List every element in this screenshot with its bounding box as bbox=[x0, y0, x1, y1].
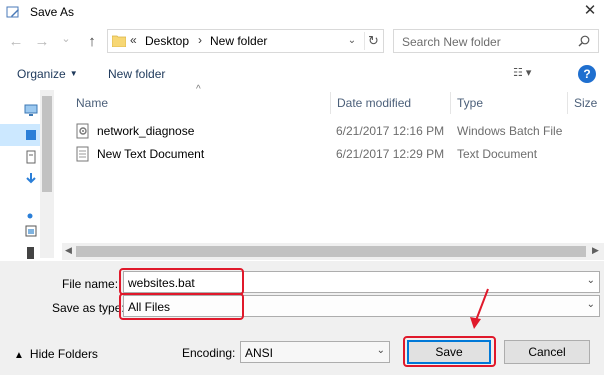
file-name: network_diagnose bbox=[97, 124, 195, 138]
save-type-dropdown-icon[interactable]: ⌄ bbox=[587, 299, 595, 310]
command-toolbar: Organize ▼ New folder ☷ ▾ ? bbox=[0, 61, 604, 87]
music-icon[interactable] bbox=[24, 206, 38, 220]
search-box[interactable]: Search New folder bbox=[393, 29, 599, 53]
back-arrow-icon[interactable]: ← bbox=[8, 34, 24, 50]
breadcrumb-new-folder[interactable]: New folder bbox=[210, 34, 267, 48]
save-button[interactable]: Save bbox=[407, 340, 491, 364]
scroll-left-icon[interactable]: ◀ bbox=[65, 245, 72, 256]
encoding-select[interactable]: ANSI ⌄ bbox=[240, 341, 390, 363]
file-date-modified: 6/21/2017 12:29 PM bbox=[336, 147, 445, 161]
new-folder-button[interactable]: New folder bbox=[108, 67, 165, 81]
annotation-arrow bbox=[470, 288, 489, 329]
downloads-icon[interactable] bbox=[24, 172, 38, 186]
save-type-label: Save as type: bbox=[52, 301, 125, 315]
navigation-pane bbox=[0, 90, 62, 260]
recent-locations-icon[interactable]: ⌄ bbox=[58, 31, 74, 47]
cancel-button[interactable]: Cancel bbox=[504, 340, 590, 364]
pictures-icon[interactable] bbox=[24, 224, 38, 238]
save-type-select[interactable]: All Files ⌄ bbox=[123, 295, 600, 317]
file-name-field[interactable]: websites.bat ⌄ bbox=[123, 271, 600, 293]
folder-icon bbox=[112, 35, 126, 47]
encoding-dropdown-icon[interactable]: ⌄ bbox=[377, 345, 385, 356]
file-name-dropdown-icon[interactable]: ⌄ bbox=[587, 275, 595, 286]
close-icon[interactable]: ✕ bbox=[582, 3, 598, 19]
organize-button[interactable]: Organize ▼ bbox=[17, 67, 78, 81]
column-header-size[interactable]: Size bbox=[574, 96, 597, 110]
chevron-up-icon: ▲ bbox=[14, 350, 24, 361]
file-row[interactable]: New Text Document 6/21/2017 12:29 PM Tex… bbox=[72, 144, 604, 164]
save-panel: File name: websites.bat ⌄ Save as type: … bbox=[0, 261, 604, 375]
desktop-icon[interactable] bbox=[24, 128, 38, 142]
column-header-type[interactable]: Type bbox=[457, 96, 483, 110]
save-as-app-icon bbox=[6, 6, 19, 18]
videos-icon[interactable] bbox=[24, 246, 38, 260]
encoding-value: ANSI bbox=[245, 346, 274, 360]
encoding-label: Encoding: bbox=[182, 346, 236, 360]
breadcrumb-separator-icon[interactable]: › bbox=[198, 33, 202, 47]
sidebar-scroll-thumb[interactable] bbox=[42, 96, 52, 192]
file-row[interactable]: network_diagnose 6/21/2017 12:16 PM Wind… bbox=[72, 121, 604, 141]
view-options-icon[interactable]: ☷ ▾ bbox=[513, 66, 551, 82]
scroll-right-icon[interactable]: ▶ bbox=[592, 245, 599, 256]
horizontal-scrollbar[interactable]: ◀ ▶ bbox=[62, 243, 604, 260]
search-icon[interactable] bbox=[578, 35, 590, 47]
file-type: Text Document bbox=[457, 147, 538, 161]
up-arrow-icon[interactable]: ↑ bbox=[84, 34, 100, 50]
batch-file-icon bbox=[76, 123, 89, 139]
navigation-bar: ← → ⌄ ↑ « Desktop › New folder ⌄ ↻ Searc… bbox=[0, 28, 604, 56]
documents-icon[interactable] bbox=[24, 150, 38, 164]
organize-label: Organize bbox=[17, 67, 66, 81]
column-divider[interactable] bbox=[450, 92, 451, 114]
sort-indicator-icon: ^ bbox=[196, 84, 201, 95]
refresh-icon[interactable]: ↻ bbox=[364, 32, 382, 50]
horizontal-scroll-thumb[interactable] bbox=[76, 246, 586, 257]
file-name: New Text Document bbox=[97, 147, 205, 161]
column-header-date-modified[interactable]: Date modified bbox=[337, 96, 411, 110]
hide-folders-label: Hide Folders bbox=[29, 347, 98, 361]
title-bar: Save As ✕ bbox=[0, 0, 604, 26]
file-name-label: File name: bbox=[62, 277, 119, 291]
column-header-name[interactable]: Name bbox=[76, 96, 108, 110]
breadcrumb-overflow-icon[interactable]: « bbox=[130, 33, 137, 47]
this-pc-icon[interactable] bbox=[24, 103, 38, 117]
breadcrumb-desktop[interactable]: Desktop bbox=[145, 34, 189, 48]
text-file-icon bbox=[76, 146, 89, 162]
column-divider[interactable] bbox=[330, 92, 331, 114]
column-divider[interactable] bbox=[567, 92, 568, 114]
file-list-pane: ^ Name Date modified Type Size network_d… bbox=[62, 84, 604, 258]
hide-folders-button[interactable]: ▲ Hide Folders bbox=[14, 347, 98, 361]
window-title: Save As bbox=[30, 5, 75, 19]
address-bar[interactable]: « Desktop › New folder ⌄ ↻ bbox=[107, 29, 384, 53]
save-type-value: All Files bbox=[128, 300, 171, 314]
help-icon[interactable]: ? bbox=[578, 65, 596, 83]
file-name-value: websites.bat bbox=[128, 276, 195, 290]
address-dropdown-icon[interactable]: ⌄ bbox=[344, 32, 360, 50]
file-type: Windows Batch File bbox=[457, 124, 563, 138]
search-placeholder: Search New folder bbox=[402, 35, 501, 49]
forward-arrow-icon[interactable]: → bbox=[34, 34, 50, 50]
organize-caret-icon: ▼ bbox=[69, 69, 78, 78]
file-date-modified: 6/21/2017 12:16 PM bbox=[336, 124, 445, 138]
